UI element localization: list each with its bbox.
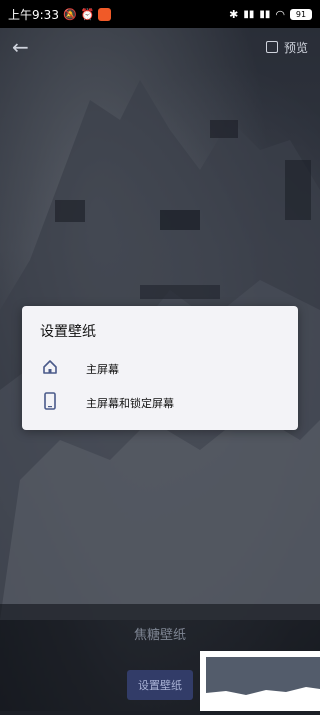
status-time: 上午9:33 [8,7,59,22]
preview-checkbox[interactable] [265,41,278,53]
option-label: 主屏幕和锁定屏幕 [86,397,174,410]
battery-icon: 91 [290,8,312,20]
preview-label: 预览 [283,40,308,55]
set-wallpaper-button[interactable]: 设置壁纸 [127,670,193,700]
set-wallpaper-dialog: 设置壁纸 主屏幕 主屏幕和锁定屏幕 [22,306,298,430]
option-label: 主屏幕 [86,363,119,376]
app-notification-icon [98,7,112,21]
preview-toggle[interactable]: 预览 [265,39,308,56]
option-home-and-lock-screen[interactable]: 主屏幕和锁定屏幕 [22,386,298,420]
status-bar: 上午9:33 🔕 ⏰ ✱ ▮▮ ▮▮ ◠ 91 [0,0,320,28]
mute-icon: 🔕 [62,7,77,21]
bluetooth-icon: ✱ [229,7,239,21]
alarm-icon: ⏰ [80,7,95,21]
dialog-title: 设置壁纸 [40,324,96,340]
option-home-screen[interactable]: 主屏幕 [22,352,298,386]
home-icon [42,359,58,379]
arrow-left-icon[interactable]: ← [12,37,29,57]
top-toolbar: ← 预览 [0,34,320,60]
signal-icon: ▮▮ [243,8,255,20]
signal-icon-2: ▮▮ [259,8,271,20]
wallpaper-name: 焦糖壁纸 [133,628,186,643]
corner-thumbnail-image [206,657,320,711]
wifi-icon: ◠ [275,7,285,21]
phone-icon [42,392,58,414]
